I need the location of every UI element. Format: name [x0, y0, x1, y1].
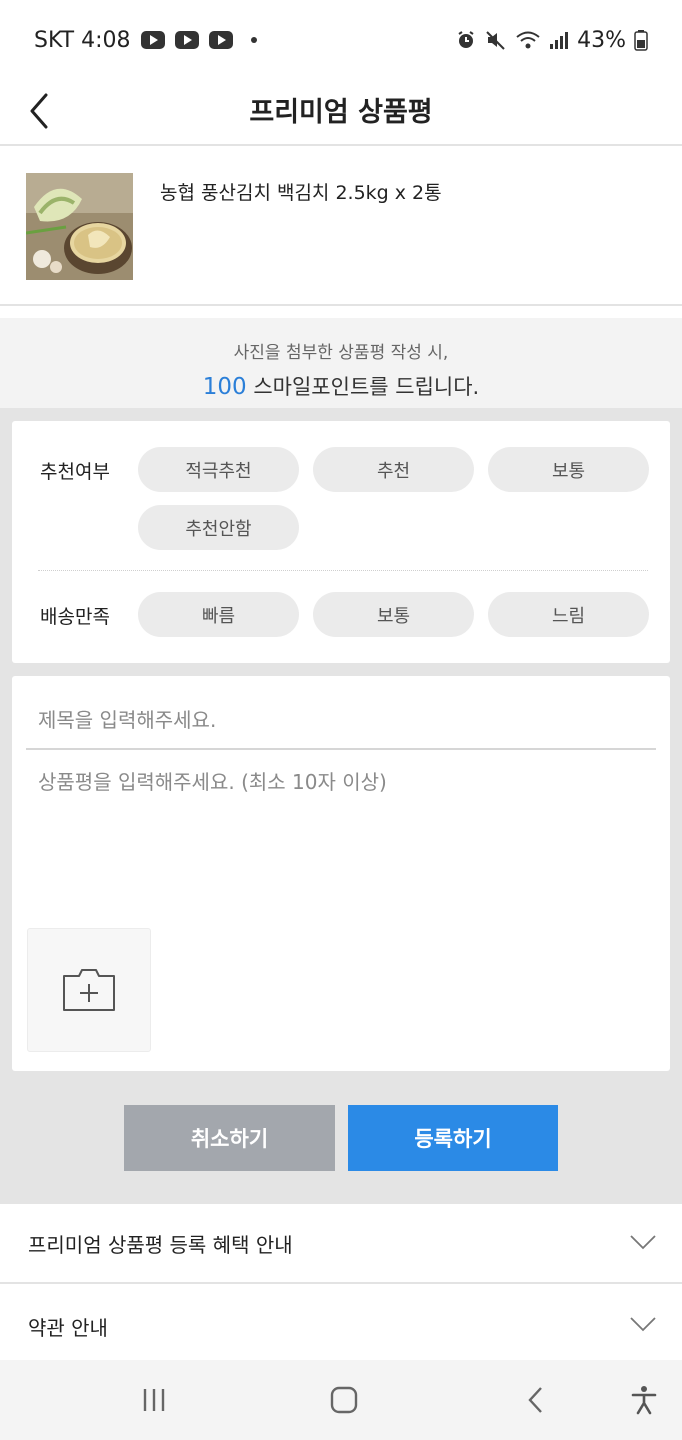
youtube-icon [208, 31, 233, 49]
notification-dot-icon [250, 37, 257, 43]
home-icon [330, 1386, 358, 1414]
add-photo-button[interactable] [27, 928, 151, 1052]
camera-plus-icon [63, 969, 115, 1011]
product-name: 농협 풍산김치 백김치 2.5kg x 2통 [160, 182, 442, 204]
notice-line2: 100 스마일포인트를 드립니다. [0, 371, 682, 401]
points-notice: 사진을 첨부한 상품평 작성 시, 100 스마일포인트를 드립니다. [0, 318, 682, 408]
accessibility-button[interactable] [624, 1380, 664, 1420]
system-nav-bar [0, 1360, 682, 1440]
accessibility-icon [631, 1386, 657, 1415]
product-summary: 농협 풍산김치 백김치 2.5kg x 2통 [0, 148, 682, 306]
battery-percent: 43% [577, 27, 626, 53]
youtube-icon [174, 31, 199, 49]
notice-line2-text: 스마일포인트를 드립니다. [246, 375, 480, 399]
status-left: SKT 4:08 [34, 28, 257, 53]
submit-button[interactable]: 등록하기 [348, 1105, 558, 1171]
chip-delivery-fast[interactable]: 빠름 [138, 592, 299, 637]
accordion-terms-label: 약관 안내 [28, 1315, 108, 1340]
product-thumbnail [26, 173, 133, 280]
back-icon [528, 1387, 542, 1413]
youtube-icon [140, 31, 165, 49]
accordion-benefits-label: 프리미엄 상품평 등록 혜택 안내 [28, 1232, 293, 1257]
recent-apps-icon [143, 1389, 165, 1411]
review-body-input[interactable] [26, 762, 656, 912]
signal-icon [550, 32, 569, 49]
mute-icon [486, 31, 505, 50]
battery-icon [634, 30, 648, 51]
divider [38, 570, 648, 571]
page-title: 프리미엄 상품평 [249, 97, 433, 128]
points-amount: 100 [202, 374, 247, 400]
chip-delivery-slow[interactable]: 느림 [488, 592, 649, 637]
chip-neutral[interactable]: 보통 [488, 447, 649, 492]
recent-apps-button[interactable] [134, 1380, 174, 1420]
review-card [12, 676, 670, 1071]
status-right: 43% [455, 28, 648, 53]
back-button[interactable] [516, 1380, 556, 1420]
chevron-down-icon [630, 1235, 656, 1250]
status-bar: SKT 4:08 43% [0, 0, 682, 80]
chip-strongly-recommend[interactable]: 적극추천 [138, 447, 299, 492]
alarm-icon [458, 31, 474, 48]
review-title-input[interactable] [26, 692, 656, 750]
product-image [26, 173, 133, 280]
chip-recommend[interactable]: 추천 [313, 447, 474, 492]
cancel-button[interactable]: 취소하기 [124, 1105, 335, 1171]
accordion-benefits[interactable]: 프리미엄 상품평 등록 혜택 안내 [0, 1204, 682, 1284]
notice-line1: 사진을 첨부한 상품평 작성 시, [233, 343, 449, 363]
wifi-icon [516, 31, 540, 49]
carrier-time: SKT 4:08 [34, 27, 131, 53]
recommend-label: 추천여부 [40, 461, 110, 483]
app-header: 프리미엄 상품평 [0, 80, 682, 146]
home-button[interactable] [324, 1380, 364, 1420]
accordion-terms[interactable]: 약관 안내 [0, 1286, 682, 1366]
chevron-down-icon [630, 1317, 656, 1332]
chip-delivery-normal[interactable]: 보통 [313, 592, 474, 637]
delivery-label: 배송만족 [40, 606, 110, 628]
chip-not-recommend[interactable]: 추천안함 [138, 505, 299, 550]
rating-card: 추천여부 적극추천 추천 보통 추천안함 배송만족 빠름 보통 느림 [12, 421, 670, 663]
